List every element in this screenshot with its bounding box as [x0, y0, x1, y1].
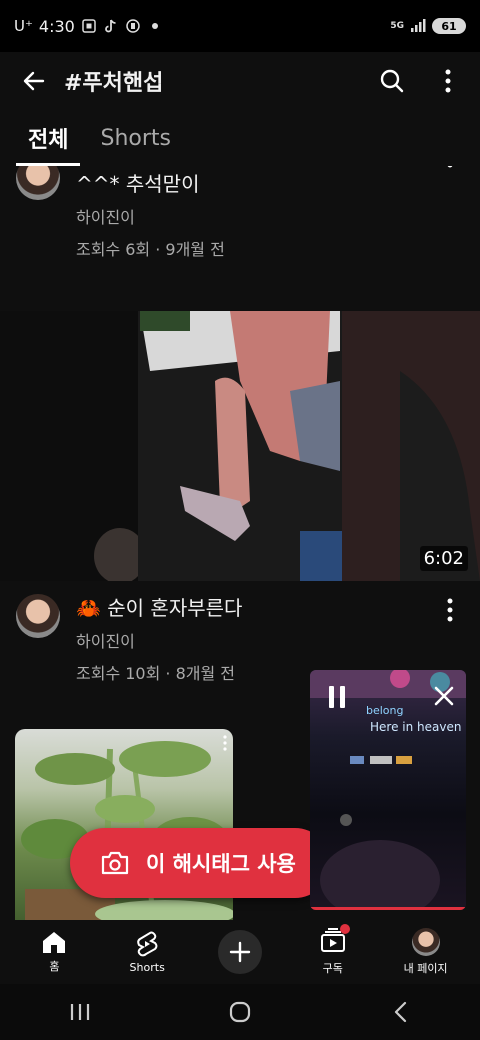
mini-player-lyric-line2: Here in heaven [370, 720, 462, 734]
avatar [411, 928, 440, 956]
channel-avatar[interactable] [16, 166, 60, 200]
channel-name[interactable]: 하이진이 [76, 628, 436, 652]
nav-home-label: 홈 [49, 960, 60, 973]
dot-icon [147, 18, 163, 34]
battery-level: 61 [441, 19, 457, 33]
more-options-button[interactable] [428, 61, 468, 101]
app-bar: #푸처핸섭 [0, 52, 480, 110]
nav-my-page-label: 내 페이지 [403, 962, 448, 975]
tiktok-icon [103, 18, 119, 34]
create-button[interactable] [217, 930, 262, 974]
bottom-navigation: 홈 Shorts 구독 내 페이지 [0, 920, 480, 984]
nav-home[interactable]: 홈 [14, 930, 94, 974]
nav-create[interactable] [200, 930, 280, 974]
home-icon [43, 932, 66, 953]
use-hashtag-button[interactable]: 이 해시태그 사용 [70, 828, 330, 898]
nav-subscriptions-label: 구독 [322, 962, 343, 975]
shorts-more-button[interactable] [223, 735, 227, 755]
mini-player[interactable]: belong Here in heaven [310, 670, 466, 910]
video-feed[interactable]: ^^* 추석맏이 하이진이 조회수 6회 · 9개월 전 6:02 🦀 순이 혼… [0, 166, 480, 920]
plus-icon [229, 941, 251, 963]
system-navigation-bar [0, 984, 480, 1040]
video-title[interactable]: ^^* 추석맏이 [76, 166, 436, 198]
notification-badge [339, 924, 350, 934]
mini-player-close-button[interactable] [434, 686, 454, 710]
shorts-icon [137, 931, 158, 956]
more-vert-icon [447, 598, 453, 622]
video-more-button[interactable] [436, 594, 464, 634]
thumbnail-image [0, 311, 480, 581]
video-title-text: ^^* 추석맏이 [76, 172, 200, 196]
network-type-icon: 5G [390, 21, 404, 31]
battery-indicator: 61 [432, 18, 466, 34]
pause-icon [329, 686, 345, 708]
mini-player-progress-fill [310, 907, 466, 910]
video-more-button[interactable] [436, 166, 464, 196]
video-duration: 6:02 [419, 546, 468, 571]
nav-shorts[interactable]: Shorts [107, 931, 187, 974]
search-icon [380, 69, 404, 93]
system-back-button[interactable] [370, 992, 430, 1032]
home-system-button[interactable] [210, 992, 270, 1032]
recent-apps-button[interactable] [50, 992, 110, 1032]
recent-apps-icon [70, 1004, 90, 1020]
notification-icon [125, 18, 141, 34]
mini-player-lyric-line1: belong [366, 704, 404, 717]
nav-shorts-label: Shorts [129, 960, 165, 974]
tab-all-label: 전체 [28, 128, 69, 153]
search-button[interactable] [372, 61, 412, 101]
close-icon [434, 686, 454, 706]
video-title[interactable]: 🦀 순이 혼자부른다 [76, 594, 436, 622]
nav-subscriptions[interactable]: 구독 [293, 924, 373, 976]
video-stats: 조회수 6회 · 9개월 전 [76, 240, 225, 259]
back-button[interactable] [12, 59, 56, 103]
video-thumbnail[interactable]: 6:02 [0, 311, 480, 581]
status-bar: U⁺ 4:30 5G 61 [0, 0, 480, 52]
clock: 4:30 [38, 16, 75, 36]
signal-icon [410, 18, 426, 34]
mini-player-progress [310, 907, 466, 910]
nav-my-page[interactable]: 내 페이지 [386, 928, 466, 976]
chevron-left-icon [394, 1001, 407, 1023]
more-vert-icon [445, 69, 451, 93]
tab-all[interactable]: 전체 [16, 110, 81, 166]
tab-shorts-label: Shorts [100, 125, 171, 151]
screenshot-icon [81, 18, 97, 34]
tab-shorts[interactable]: Shorts [88, 110, 183, 166]
more-vert-icon [447, 166, 453, 168]
camera-icon [101, 851, 129, 875]
video-item[interactable]: ^^* 추석맏이 하이진이 조회수 6회 · 9개월 전 [0, 166, 480, 260]
use-hashtag-label: 이 해시태그 사용 [146, 852, 296, 876]
page-title: #푸처핸섭 [64, 71, 164, 96]
channel-name[interactable]: 하이진이 [76, 204, 436, 228]
more-vert-icon [223, 735, 227, 751]
channel-avatar[interactable] [16, 594, 60, 638]
back-arrow-icon [23, 71, 45, 91]
tab-bar: 전체 Shorts [0, 110, 480, 166]
mini-player-pause-button[interactable] [326, 684, 348, 714]
carrier-label: U⁺ [14, 17, 33, 35]
home-circle-icon [229, 1001, 251, 1023]
